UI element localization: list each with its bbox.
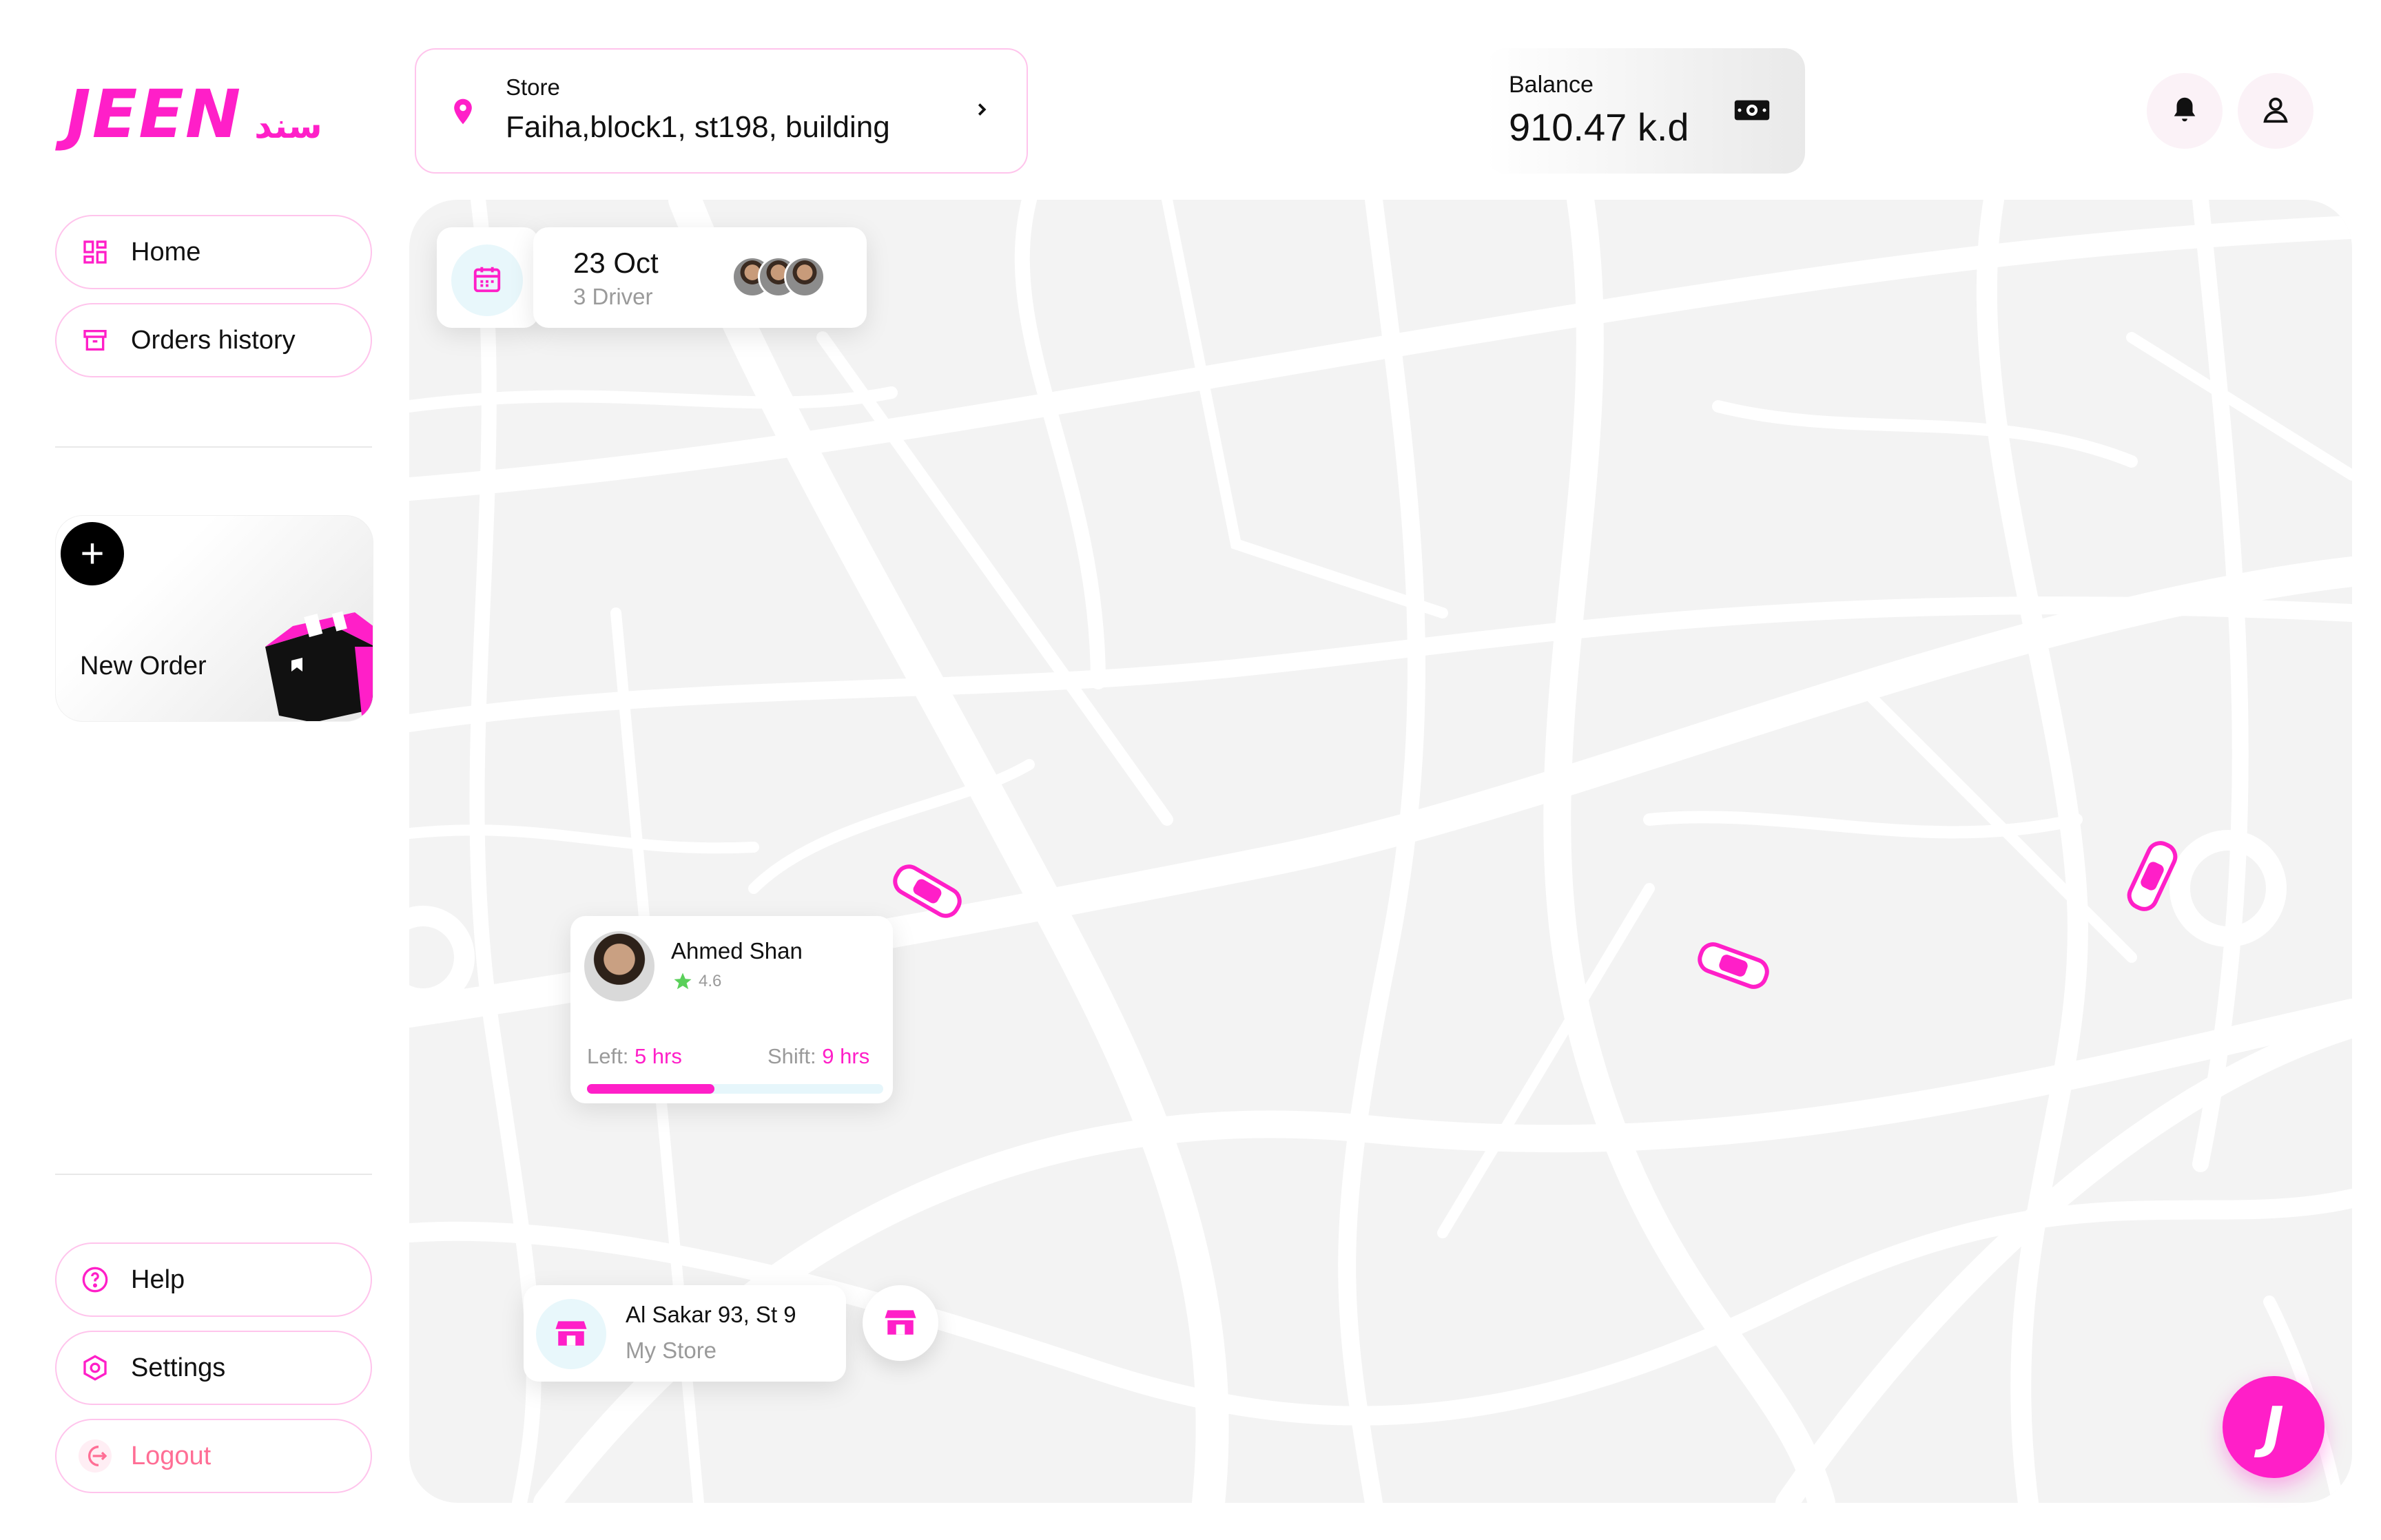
notifications-button[interactable] [2147, 73, 2223, 149]
star-icon [674, 972, 692, 990]
time-left-value: 5 hrs [634, 1044, 682, 1068]
location-subtitle: My Store [626, 1338, 717, 1363]
shift-value: 9 hrs [822, 1044, 870, 1068]
chevron-right-icon [971, 99, 992, 123]
sidebar-item-logout[interactable]: Logout [55, 1419, 372, 1493]
calendar-button[interactable] [451, 244, 523, 316]
driver-rating: 4.6 [672, 971, 721, 992]
sidebar-item-settings[interactable]: Settings [55, 1331, 372, 1405]
avatar [584, 931, 654, 1001]
logo-subtext: سند [254, 106, 322, 146]
sidebar-item-label: Logout [131, 1441, 212, 1470]
archive-icon [79, 324, 112, 357]
store-marker[interactable] [863, 1285, 938, 1361]
time-left-label: Left: [587, 1044, 629, 1068]
plus-icon: + [80, 530, 105, 576]
driver-avatars [732, 256, 825, 298]
sidebar-item-label: Help [131, 1265, 185, 1294]
time-left: Left: 5 hrs [587, 1044, 682, 1069]
settings-icon [79, 1351, 112, 1384]
sidebar-item-home[interactable]: Home [55, 215, 372, 289]
new-order-label: New Order [80, 652, 207, 680]
car-marker[interactable] [1696, 941, 1771, 990]
store-icon-badge [536, 1299, 606, 1369]
help-icon [79, 1263, 112, 1296]
shift-length: Shift: 9 hrs [767, 1044, 869, 1069]
driver-count: 3 Driver [573, 284, 653, 309]
location-pin-icon [448, 96, 478, 130]
assistant-button[interactable]: J [2223, 1376, 2325, 1478]
balance-caption: Balance [1509, 72, 1594, 98]
sidebar-item-label: Home [131, 237, 201, 267]
sidebar-item-orders-history[interactable]: Orders history [55, 303, 372, 377]
profile-button[interactable] [2238, 73, 2313, 149]
dashboard-icon [79, 236, 112, 269]
shift-progress-fill [587, 1084, 714, 1094]
sidebar-item-label: Orders history [131, 325, 296, 355]
balance-value: 910.47 k.d [1509, 105, 1689, 149]
brand-logo: JEEN سند [66, 81, 322, 147]
shift-label: Shift: [767, 1044, 816, 1068]
sidebar-item-help[interactable]: Help [55, 1242, 372, 1317]
store-icon [554, 1317, 588, 1352]
logout-icon [79, 1439, 112, 1473]
location-title: Al Sakar 93, St 9 [626, 1302, 796, 1327]
sidebar-divider [55, 1174, 372, 1175]
avatar [784, 256, 825, 298]
bell-icon [2169, 94, 2200, 129]
store-caption: Store [506, 74, 560, 100]
add-order-button[interactable]: + [61, 522, 124, 585]
calendar-icon [471, 263, 503, 298]
sidebar-divider [55, 446, 372, 448]
sidebar-item-label: Settings [131, 1353, 226, 1382]
cash-icon [1733, 96, 1771, 127]
logo-text: JEEN [66, 76, 243, 153]
rating-value: 4.6 [699, 972, 722, 990]
user-icon [2260, 94, 2291, 129]
assistant-label: J [2263, 1395, 2284, 1459]
store-address: Faiha,block1, st198, building [506, 110, 890, 144]
package-icon [265, 611, 373, 721]
driver-name: Ahmed Shan [671, 938, 803, 964]
store-icon [883, 1306, 918, 1341]
date-value: 23 Oct [573, 247, 659, 279]
